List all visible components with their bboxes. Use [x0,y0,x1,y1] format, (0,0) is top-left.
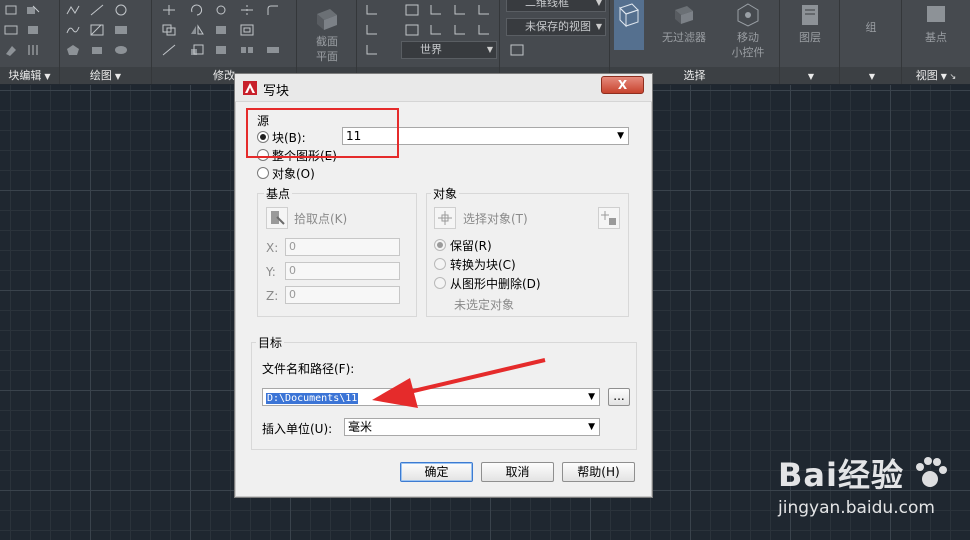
baidu-watermark: Bai经验 jingyan.baidu.com [778,450,950,518]
paw-logo-icon [916,457,947,487]
autocad-window: 块编辑 ▼ 绘图 ▼ 修改 截面 平面 世界 ▼ 二维线框 ▼ 未保存的视图 ▼… [0,0,970,540]
watermark-url: jingyan.baidu.com [778,498,935,518]
watermark-brand: Bai经验 [778,456,904,494]
